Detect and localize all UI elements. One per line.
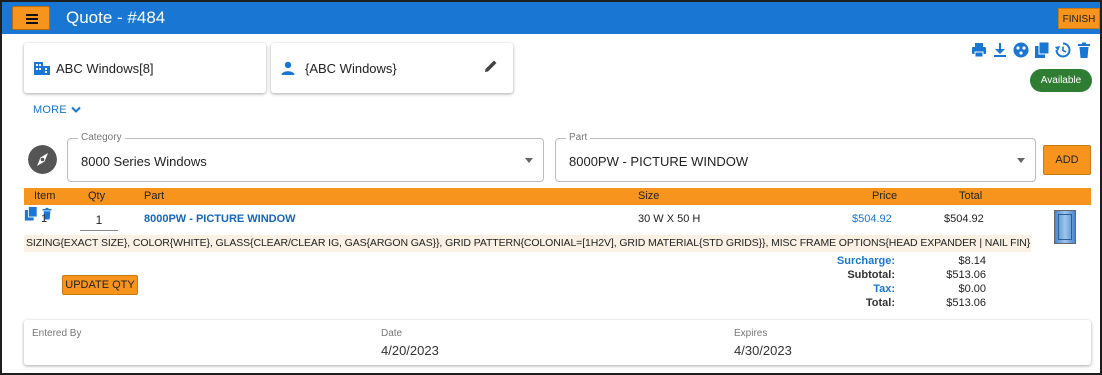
qty-input[interactable]: 1 — [80, 209, 118, 231]
surcharge-value: $8.14 — [958, 255, 986, 267]
date-label: Date — [381, 328, 403, 339]
expires-label: Expires — [734, 328, 768, 339]
add-button[interactable]: ADD — [1043, 145, 1091, 175]
surcharge-label: Surcharge: — [836, 255, 895, 267]
total-label: Total: — [865, 297, 895, 309]
hamburger-icon — [26, 14, 38, 16]
category-value: 8000 Series Windows — [81, 154, 207, 169]
window-image — [1054, 210, 1076, 244]
row-total: $504.92 — [944, 213, 984, 225]
part-value: 8000PW - PICTURE WINDOW — [569, 154, 749, 169]
page-title: Quote - #484 — [66, 8, 166, 27]
more-label: MORE — [33, 104, 67, 116]
category-label: Category — [78, 132, 125, 143]
history-icon[interactable] — [1055, 42, 1071, 58]
col-part: Part — [144, 190, 165, 202]
col-total: Total — [959, 190, 983, 202]
part-label: Part — [566, 132, 591, 143]
total-value: $513.06 — [946, 297, 986, 309]
line-items-header: Item Qty Part Size Price Total — [24, 188, 1091, 205]
app-bar: Quote - #484 FINISH — [2, 2, 1100, 34]
row-item: 1 — [41, 213, 48, 225]
copy-icon[interactable] — [24, 206, 38, 221]
col-item: Item — [34, 190, 56, 202]
customer-card[interactable]: ABC Windows[8] — [24, 43, 266, 93]
date-value: 4/20/2023 — [381, 343, 439, 358]
table-row: 1 1 8000PW - PICTURE WINDOW 30 W X 50 H … — [24, 206, 1091, 234]
finish-button[interactable]: FINISH — [1058, 8, 1100, 29]
building-icon — [34, 62, 50, 75]
part-link[interactable]: 8000PW - PICTURE WINDOW — [144, 213, 296, 225]
category-select[interactable]: Category 8000 Series Windows — [67, 132, 544, 182]
col-size: Size — [638, 190, 660, 202]
delete-icon[interactable] — [1076, 42, 1092, 58]
customer-name: ABC Windows[8] — [56, 61, 154, 76]
quote-info-card: Entered By Date 4/20/2023 Expires 4/30/2… — [24, 320, 1091, 365]
expires-value: 4/30/2023 — [734, 343, 792, 358]
print-icon[interactable] — [971, 42, 987, 58]
status-badge: Available — [1030, 69, 1092, 92]
item-options: SIZING{EXACT SIZE}, COLOR{WHITE}, GLASS{… — [24, 235, 1031, 252]
more-toggle[interactable]: MORE — [33, 104, 81, 116]
share-icon[interactable] — [1013, 42, 1029, 58]
row-size: 30 W X 50 H — [638, 213, 701, 225]
subtotal-value: $513.06 — [946, 269, 986, 281]
totals-labels: Surcharge: Subtotal: Tax: Total: — [780, 254, 895, 310]
subtotal-label: Subtotal: — [847, 269, 895, 281]
tax-label: Tax: — [873, 283, 895, 295]
contact-card[interactable]: {ABC Windows} — [271, 43, 513, 93]
dropdown-arrow-icon — [525, 158, 533, 163]
dropdown-arrow-icon — [1017, 158, 1025, 163]
tax-value: $0.00 — [958, 283, 986, 295]
totals-values: $8.14 $513.06 $0.00 $513.06 — [900, 254, 986, 310]
update-qty-button[interactable]: UPDATE QTY — [62, 275, 138, 295]
copy-icon[interactable] — [1034, 42, 1050, 58]
person-icon — [281, 61, 295, 75]
col-qty: Qty — [88, 190, 106, 202]
chevron-down-icon — [71, 106, 81, 114]
quote-toolbar — [971, 42, 1092, 58]
part-select[interactable]: Part 8000PW - PICTURE WINDOW — [555, 132, 1036, 182]
pencil-icon[interactable] — [483, 58, 499, 74]
contact-name: {ABC Windows} — [305, 61, 397, 76]
download-icon[interactable] — [992, 42, 1008, 58]
entered-by-label: Entered By — [32, 328, 82, 339]
menu-button[interactable] — [12, 6, 50, 30]
compass-icon[interactable] — [28, 145, 57, 174]
row-price[interactable]: $504.92 — [852, 213, 892, 225]
col-price: Price — [872, 190, 898, 202]
